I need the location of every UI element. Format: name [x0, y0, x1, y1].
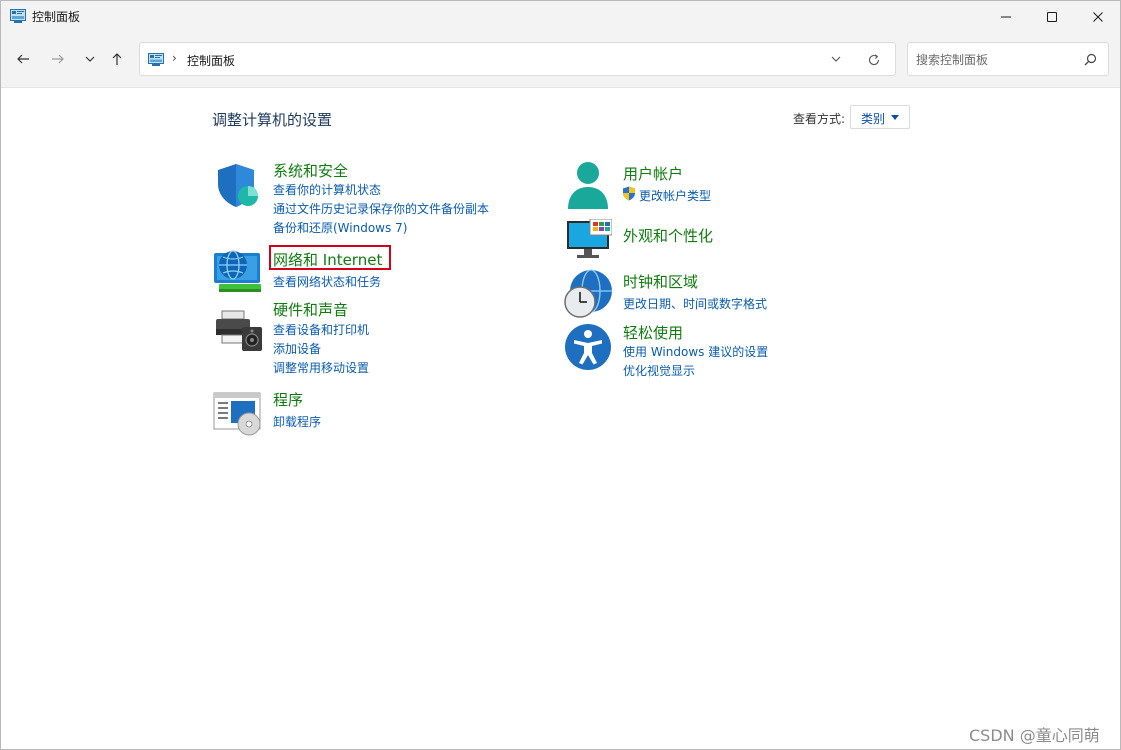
view-by-selected: 类别 — [861, 112, 886, 126]
link-optimize-visual-display[interactable]: 优化视觉显示 — [623, 362, 695, 379]
link-file-history-backup[interactable]: 通过文件历史记录保存你的文件备份副本 — [273, 200, 489, 217]
view-by-label: 查看方式: — [793, 112, 846, 126]
window-title: 控制面板 — [32, 10, 81, 24]
uac-shield-icon — [623, 186, 635, 201]
up-button[interactable] — [106, 49, 128, 69]
watermark: CSDN @童心同萌 — [969, 726, 1100, 745]
arrow-up-icon — [112, 53, 122, 65]
maximize-icon — [1047, 11, 1057, 22]
category-ease-of-access[interactable]: 轻松使用 — [623, 322, 683, 343]
chevron-down-icon[interactable] — [830, 53, 842, 65]
arrow-left-icon — [17, 54, 29, 64]
category-system-security[interactable]: 系统和安全 — [273, 160, 348, 181]
link-view-computer-status[interactable]: 查看你的计算机状态 — [273, 181, 381, 198]
category-clock-region[interactable]: 时钟和区域 — [623, 271, 698, 292]
navigation-bar: › 控制面板 — [1, 32, 1120, 88]
category-user-accounts[interactable]: 用户帐户 — [623, 163, 683, 184]
title-bar[interactable]: 控制面板 — [1, 1, 1120, 32]
link-backup-restore[interactable]: 备份和还原(Windows 7) — [273, 219, 407, 236]
refresh-icon[interactable] — [867, 53, 881, 67]
recent-locations-button[interactable] — [79, 49, 101, 69]
close-icon — [1093, 11, 1103, 22]
arrow-right-icon — [52, 54, 64, 64]
link-view-network-status[interactable]: 查看网络状态和任务 — [273, 273, 381, 290]
search-icon[interactable] — [1084, 53, 1097, 66]
page-heading: 调整计算机的设置 — [212, 111, 333, 129]
monitor-personalize-icon[interactable] — [566, 219, 612, 259]
control-panel-window: 控制面板 › 控制面板 搜索控制面板 调整计算机的设置 查看方式: 类别 系统和… — [0, 0, 1121, 750]
programs-disc-icon[interactable] — [213, 392, 263, 436]
link-devices-printers[interactable]: 查看设备和打印机 — [273, 321, 369, 338]
link-change-account-type[interactable]: 更改帐户类型 — [639, 187, 711, 204]
view-by-dropdown[interactable]: 类别 — [850, 105, 910, 129]
user-icon[interactable] — [566, 161, 610, 211]
breadcrumb-separator[interactable]: › — [172, 51, 177, 65]
accessibility-icon[interactable] — [564, 323, 612, 371]
control-panel-icon — [10, 9, 26, 23]
link-mobility-settings[interactable]: 调整常用移动设置 — [273, 359, 369, 376]
search-input[interactable] — [916, 51, 1076, 69]
link-change-date-time-format[interactable]: 更改日期、时间或数字格式 — [623, 295, 767, 312]
back-button[interactable] — [12, 49, 34, 69]
minimize-button[interactable] — [983, 1, 1029, 32]
printer-speaker-icon[interactable] — [214, 309, 264, 351]
category-appearance-personalization[interactable]: 外观和个性化 — [623, 225, 713, 246]
address-bar[interactable]: › 控制面板 — [139, 42, 896, 76]
globe-network-icon[interactable] — [213, 247, 263, 293]
close-button[interactable] — [1075, 1, 1121, 32]
category-network-internet[interactable]: 网络和 Internet — [273, 249, 382, 270]
link-uninstall-program[interactable]: 卸载程序 — [273, 413, 321, 430]
clock-globe-icon[interactable] — [563, 269, 613, 319]
chevron-down-icon — [85, 56, 95, 62]
link-add-device[interactable]: 添加设备 — [273, 340, 321, 357]
link-windows-recommended-settings[interactable]: 使用 Windows 建议的设置 — [623, 343, 768, 360]
breadcrumb-control-panel[interactable]: 控制面板 — [187, 52, 235, 69]
search-box[interactable] — [907, 42, 1109, 76]
control-panel-icon — [148, 53, 164, 66]
category-programs[interactable]: 程序 — [273, 389, 303, 410]
forward-button[interactable] — [47, 49, 69, 69]
category-hardware-sound[interactable]: 硬件和声音 — [273, 299, 348, 320]
shield-icon[interactable] — [214, 162, 262, 208]
caret-down-icon — [891, 115, 899, 120]
minimize-icon — [1001, 16, 1011, 17]
maximize-button[interactable] — [1029, 1, 1075, 32]
